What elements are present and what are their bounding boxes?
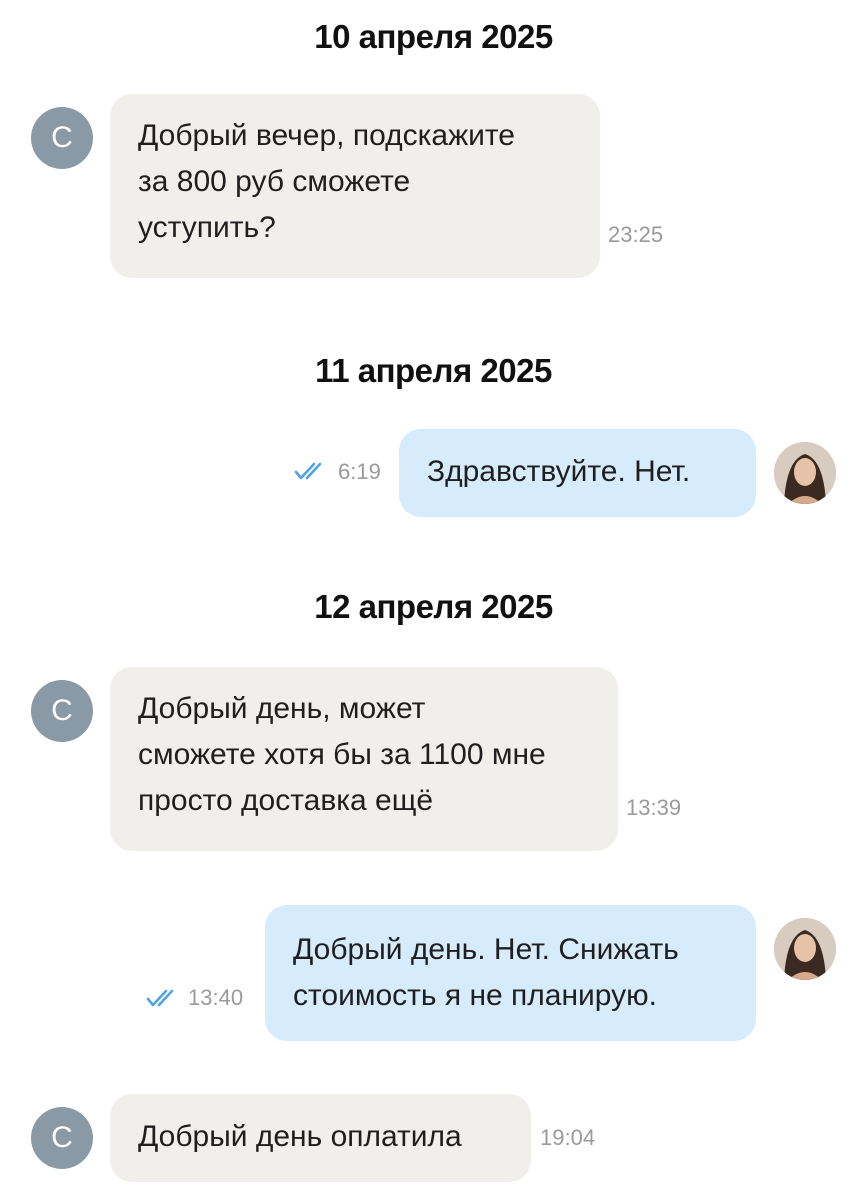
message-text: за 800 руб сможете <box>138 165 411 198</box>
message-time: 13:39 <box>626 795 682 820</box>
date-separator: 10 апреля 2025 <box>314 18 553 55</box>
message-bubble[interactable]: Добрый день оплатила <box>110 1094 531 1182</box>
message-text: просто доставка ещё <box>138 784 434 817</box>
message-text: Добрый день оплатила <box>138 1120 462 1153</box>
message-text: Добрый вечер, подскажите <box>138 119 515 152</box>
date-separator: 12 апреля 2025 <box>314 588 553 625</box>
message-text: Здравствуйте. Нет. <box>427 455 691 488</box>
message-time: 13:40 <box>188 985 244 1010</box>
avatar[interactable]: С <box>31 680 93 742</box>
message-text: Добрый день, может <box>138 692 426 725</box>
read-check-icon <box>294 462 322 480</box>
message-time: 6:19 <box>338 459 381 484</box>
user-photo-icon <box>774 442 836 504</box>
message-text: стоимость я не планирую. <box>293 979 657 1012</box>
message-time: 23:25 <box>608 222 664 247</box>
message-bubble[interactable]: Здравствуйте. Нет. <box>399 429 756 517</box>
read-check-icon <box>146 989 174 1007</box>
message-time: 19:04 <box>540 1125 596 1150</box>
user-photo-icon <box>774 918 836 980</box>
message-text: Добрый день. Нет. Снижать <box>293 933 679 966</box>
profile-photo-avatar[interactable] <box>774 918 836 980</box>
message-bubble[interactable]: Добрый день. Нет. Снижать стоимость я не… <box>265 905 756 1041</box>
message-text: сможете хотя бы за 1100 мне <box>138 738 546 771</box>
message-text: уступить? <box>138 211 276 244</box>
profile-photo-avatar[interactable] <box>774 442 836 504</box>
avatar[interactable]: С <box>31 1107 93 1169</box>
message-bubble[interactable]: Добрый день, может сможете хотя бы за 11… <box>110 667 618 851</box>
avatar[interactable]: С <box>31 107 93 169</box>
message-bubble[interactable]: Добрый вечер, подскажите за 800 руб смож… <box>110 94 600 278</box>
date-separator: 11 апреля 2025 <box>315 352 552 389</box>
